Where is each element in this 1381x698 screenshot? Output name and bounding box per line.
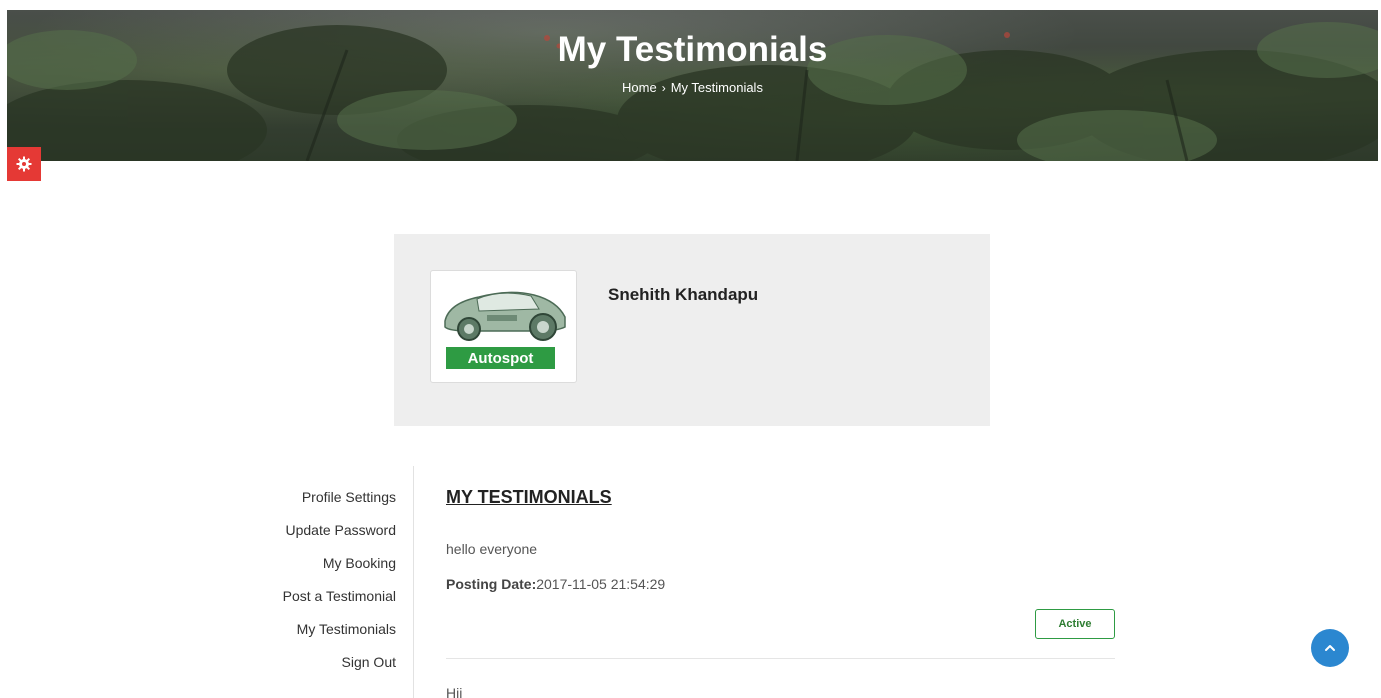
posting-date-label: Posting Date:	[446, 576, 537, 592]
sidebar-item-post-testimonial[interactable]: Post a Testimonial	[250, 585, 396, 618]
profile-name: Snehith Khandapu	[608, 285, 759, 304]
avatar: Autospot	[430, 270, 577, 383]
settings-toggle-button[interactable]	[7, 147, 41, 181]
sidebar-item-my-testimonials[interactable]: My Testimonials	[250, 618, 396, 651]
testimonial-divider	[446, 658, 1115, 659]
status-badge[interactable]: Active	[1035, 609, 1115, 639]
car-logo-icon	[444, 291, 566, 341]
testimonial-text: hello everyone	[446, 541, 538, 557]
gear-icon	[16, 156, 32, 172]
avatar-brand-label: Autospot	[446, 347, 555, 369]
sidebar-item-profile-settings[interactable]: Profile Settings	[250, 486, 396, 519]
testimonial-text: Hii	[446, 685, 463, 698]
sidebar-item-my-booking[interactable]: My Booking	[250, 552, 396, 585]
section-title: MY TESTIMONIALS	[446, 487, 612, 507]
chevron-up-icon	[1325, 645, 1335, 651]
profile-card: Autospot Snehith Khandapu	[394, 234, 990, 426]
breadcrumb-current: My Testimonials	[670, 80, 763, 95]
breadcrumb: Home › My Testimonials	[7, 80, 1378, 95]
scroll-to-top-button[interactable]	[1311, 629, 1349, 667]
account-sidebar: Profile Settings Update Password My Book…	[250, 486, 396, 684]
testimonial-posting-date: Posting Date:2017-11-05 21:54:29	[446, 576, 665, 592]
testimonials-section: MY TESTIMONIALS hello everyone Posting D…	[446, 486, 1115, 698]
sidebar-divider	[413, 466, 414, 698]
page-banner: My Testimonials Home › My Testimonials	[7, 10, 1378, 161]
page-title: My Testimonials	[557, 30, 828, 69]
breadcrumb-home-link[interactable]: Home	[622, 80, 657, 95]
posting-date-value: 2017-11-05 21:54:29	[536, 576, 666, 592]
sidebar-item-sign-out[interactable]: Sign Out	[250, 651, 396, 684]
sidebar-item-update-password[interactable]: Update Password	[250, 519, 396, 552]
breadcrumb-separator-icon: ›	[661, 81, 666, 95]
